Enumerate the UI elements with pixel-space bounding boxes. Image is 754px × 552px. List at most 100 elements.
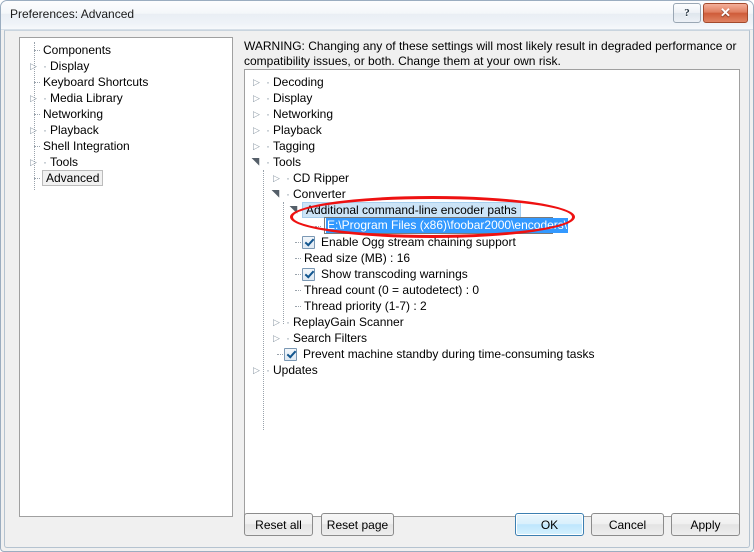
tree-connector bbox=[28, 170, 41, 186]
tree-connector bbox=[28, 74, 41, 90]
question-mark-icon: ? bbox=[684, 7, 690, 19]
tree-connector bbox=[289, 282, 302, 298]
chevron-right-icon[interactable] bbox=[271, 314, 284, 330]
encoder-path-value: E:\Program Files (x86)\foobar2000\encode… bbox=[326, 218, 569, 233]
tree-row-label: Playback bbox=[264, 122, 322, 138]
tree-connector bbox=[289, 298, 302, 314]
checkbox-show-transcoding-warnings[interactable] bbox=[302, 267, 315, 281]
title-bar[interactable]: Preferences: Advanced ? ✕ bbox=[1, 1, 753, 30]
chevron-right-icon[interactable] bbox=[28, 90, 41, 106]
tree-row-label: Show transcoding warnings bbox=[321, 267, 468, 281]
sidebar-item-label: Media Library bbox=[41, 90, 123, 106]
sidebar-item-label: Networking bbox=[43, 107, 104, 121]
sidebar-item-playback[interactable]: Playback bbox=[28, 122, 232, 138]
tree-connector bbox=[28, 42, 41, 58]
chevron-down-icon[interactable] bbox=[251, 154, 264, 170]
apply-label: Apply bbox=[690, 517, 721, 532]
ok-label: OK bbox=[540, 517, 559, 532]
sidebar-item-label: Playback bbox=[41, 122, 99, 138]
sidebar-item-media-library[interactable]: Media Library bbox=[28, 90, 232, 106]
tree-row-label: Networking bbox=[264, 106, 333, 122]
reset-page-label: Reset page bbox=[326, 517, 389, 532]
tree-row-label: ReplayGain Scanner bbox=[284, 314, 404, 330]
checkbox-enable-ogg-chaining[interactable] bbox=[302, 235, 315, 249]
chevron-right-icon[interactable] bbox=[251, 90, 264, 106]
tree-row-updates[interactable]: Updates bbox=[251, 362, 739, 378]
tree-row-label: Additional command-line encoder paths bbox=[302, 202, 521, 218]
advanced-settings-tree[interactable]: Decoding Display Networking Playback Tag… bbox=[244, 69, 740, 517]
chevron-right-icon[interactable] bbox=[251, 362, 264, 378]
warning-text: WARNING: Changing any of these settings … bbox=[244, 39, 737, 68]
tree-row-prevent-machine-standby[interactable]: Prevent machine standby during time-cons… bbox=[251, 346, 739, 362]
tree-row-label: Search Filters bbox=[284, 330, 367, 346]
sidebar-item-networking[interactable]: Networking bbox=[28, 106, 232, 122]
chevron-right-icon[interactable] bbox=[28, 122, 41, 138]
tree-row-label: Tools bbox=[264, 154, 301, 170]
preferences-category-tree[interactable]: Components Display Keyboard Shortcuts Me… bbox=[19, 37, 233, 517]
tree-row-decoding[interactable]: Decoding bbox=[251, 74, 739, 90]
tree-row-networking[interactable]: Networking bbox=[251, 106, 739, 122]
encoder-path-input[interactable]: E:\Program Files (x86)\foobar2000\encode… bbox=[324, 217, 569, 234]
tree-row-playback[interactable]: Playback bbox=[251, 122, 739, 138]
chevron-right-icon[interactable] bbox=[28, 58, 41, 74]
close-button[interactable]: ✕ bbox=[703, 3, 748, 23]
chevron-right-icon[interactable] bbox=[251, 106, 264, 122]
apply-button[interactable]: Apply bbox=[671, 513, 740, 536]
tree-connector bbox=[309, 218, 322, 234]
tree-row-enable-ogg-chaining[interactable]: Enable Ogg stream chaining support bbox=[251, 234, 739, 250]
tree-row-label: Read size (MB) : 16 bbox=[304, 251, 411, 265]
cancel-label: Cancel bbox=[608, 517, 647, 532]
tree-row-label: Decoding bbox=[264, 74, 324, 90]
chevron-right-icon[interactable] bbox=[251, 74, 264, 90]
tree-row-converter[interactable]: Converter bbox=[251, 186, 739, 202]
reset-page-button[interactable]: Reset page bbox=[321, 513, 394, 536]
tree-row-label: Converter bbox=[284, 186, 346, 202]
sidebar-item-advanced[interactable]: Advanced bbox=[28, 170, 232, 186]
chevron-right-icon[interactable] bbox=[251, 138, 264, 154]
help-button[interactable]: ? bbox=[673, 3, 701, 23]
tree-row-label: Thread count (0 = autodetect) : 0 bbox=[304, 283, 480, 297]
chevron-down-icon[interactable] bbox=[289, 202, 302, 218]
tree-row-label: CD Ripper bbox=[284, 170, 349, 186]
reset-all-label: Reset all bbox=[255, 517, 302, 532]
sidebar-item-shell-integration[interactable]: Shell Integration bbox=[28, 138, 232, 154]
tree-row-label: Tagging bbox=[264, 138, 315, 154]
chevron-right-icon[interactable] bbox=[251, 122, 264, 138]
sidebar-item-tools[interactable]: Tools bbox=[28, 154, 232, 170]
left-tree: Components Display Keyboard Shortcuts Me… bbox=[20, 38, 232, 190]
tree-row-tagging[interactable]: Tagging bbox=[251, 138, 739, 154]
tree-row-cd-ripper[interactable]: CD Ripper bbox=[251, 170, 739, 186]
tree-row-replaygain-scanner[interactable]: ReplayGain Scanner bbox=[251, 314, 739, 330]
sidebar-item-keyboard-shortcuts[interactable]: Keyboard Shortcuts bbox=[28, 74, 232, 90]
tools-children: CD Ripper Converter Additional command-l… bbox=[251, 170, 739, 430]
tree-row-label: Updates bbox=[264, 362, 318, 378]
chevron-down-icon[interactable] bbox=[271, 186, 284, 202]
tree-row-additional-encoder-paths[interactable]: Additional command-line encoder paths bbox=[251, 202, 739, 218]
cancel-button[interactable]: Cancel bbox=[591, 513, 664, 536]
ok-button[interactable]: OK bbox=[515, 513, 584, 536]
sidebar-item-label: Keyboard Shortcuts bbox=[43, 75, 149, 89]
chevron-right-icon[interactable] bbox=[271, 170, 284, 186]
chevron-right-icon[interactable] bbox=[271, 330, 284, 346]
tree-row-tools[interactable]: Tools bbox=[251, 154, 739, 170]
tree-row-display[interactable]: Display bbox=[251, 90, 739, 106]
tree-row-show-transcoding-warnings[interactable]: Show transcoding warnings bbox=[251, 266, 739, 282]
tree-row-label: Prevent machine standby during time-cons… bbox=[303, 347, 595, 361]
tree-connector bbox=[289, 250, 302, 266]
tree-row-label: Thread priority (1-7) : 2 bbox=[304, 299, 427, 313]
sidebar-item-label: Advanced bbox=[42, 170, 104, 186]
tree-row-read-size[interactable]: Read size (MB) : 16 bbox=[251, 250, 739, 266]
sidebar-item-label: Shell Integration bbox=[43, 139, 130, 153]
checkbox-prevent-machine-standby[interactable] bbox=[284, 347, 297, 361]
tree-row-thread-priority[interactable]: Thread priority (1-7) : 2 bbox=[251, 298, 739, 314]
chevron-right-icon[interactable] bbox=[28, 154, 41, 170]
sidebar-item-components[interactable]: Components bbox=[28, 42, 232, 58]
sidebar-item-display[interactable]: Display bbox=[28, 58, 232, 74]
tree-row-thread-count[interactable]: Thread count (0 = autodetect) : 0 bbox=[251, 282, 739, 298]
tree-connector bbox=[289, 266, 302, 282]
tree-connector bbox=[28, 138, 41, 154]
reset-all-button[interactable]: Reset all bbox=[244, 513, 313, 536]
tree-connector bbox=[28, 106, 41, 122]
tree-row-search-filters[interactable]: Search Filters bbox=[251, 330, 739, 346]
tree-row-label: Display bbox=[264, 90, 312, 106]
